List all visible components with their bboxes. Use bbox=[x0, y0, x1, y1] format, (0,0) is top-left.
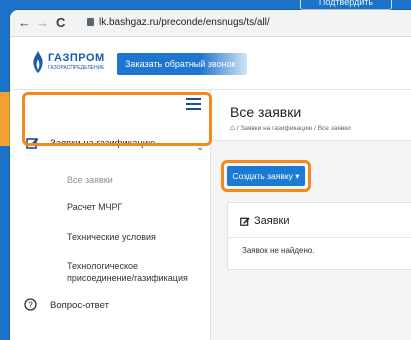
gazprom-logo[interactable]: ГАЗПРОМ ГАЗОРАСПРЕДЕЛЕНИЕ bbox=[30, 51, 115, 75]
reload-icon[interactable]: C bbox=[56, 15, 65, 30]
flame-icon bbox=[33, 51, 43, 73]
create-request-button[interactable]: Создать заявку ▾ bbox=[227, 166, 305, 186]
breadcrumb-all: Все заявки bbox=[317, 125, 351, 132]
address-bar: ← → C lk.bashgaz.ru/preconde/ensnugs/ts/… bbox=[10, 10, 411, 37]
logo-subtext: ГАЗОРАСПРЕДЕЛЕНИЕ bbox=[48, 65, 105, 71]
requests-card: Заявки Заявок не найдено. bbox=[227, 202, 411, 270]
url-field[interactable]: lk.bashgaz.ru/preconde/ensnugs/ts/all/ bbox=[99, 17, 270, 28]
main-content: Все заявки ⌂ / Заявки на газификацию / В… bbox=[211, 90, 411, 340]
sidebar-item-highlight bbox=[22, 92, 212, 146]
breadcrumb-gasification[interactable]: Заявки на газификацию bbox=[240, 125, 312, 132]
logo-text: ГАЗПРОМ bbox=[48, 52, 105, 64]
callback-fade bbox=[200, 53, 250, 75]
lock-icon bbox=[87, 18, 94, 26]
browser-window: ← → C lk.bashgaz.ru/preconde/ensnugs/ts/… bbox=[10, 10, 411, 340]
svg-text:?: ? bbox=[28, 301, 33, 310]
page-title: Все заявки bbox=[230, 104, 302, 120]
card-title: Заявки bbox=[254, 215, 290, 227]
card-divider bbox=[228, 237, 411, 238]
sidebar-item-connection[interactable]: Технологическое присоединение/газификаци… bbox=[67, 260, 207, 284]
back-icon[interactable]: ← bbox=[18, 15, 31, 30]
sidebar-item-tech-conditions[interactable]: Технические условия bbox=[67, 232, 156, 242]
question-icon: ? bbox=[24, 298, 37, 311]
breadcrumb: ⌂ / Заявки на газификацию / Все заявки bbox=[230, 123, 351, 132]
empty-state-text: Заявок не найдено. bbox=[242, 246, 315, 255]
site-header: ГАЗПРОМ ГАЗОРАСПРЕДЕЛЕНИЕ Заказать обрат… bbox=[10, 37, 411, 90]
home-icon[interactable]: ⌂ bbox=[230, 123, 235, 132]
forward-icon[interactable]: → bbox=[36, 15, 49, 30]
edit-icon bbox=[240, 217, 250, 226]
sidebar-item-all-requests[interactable]: Все заявки bbox=[67, 175, 113, 185]
sidebar-item-faq[interactable]: Вопрос-ответ bbox=[50, 300, 109, 311]
sidebar-item-mchrg[interactable]: Расчет МЧРГ bbox=[67, 202, 122, 212]
banner-confirm-button[interactable]: Подтвердить bbox=[300, 0, 392, 10]
